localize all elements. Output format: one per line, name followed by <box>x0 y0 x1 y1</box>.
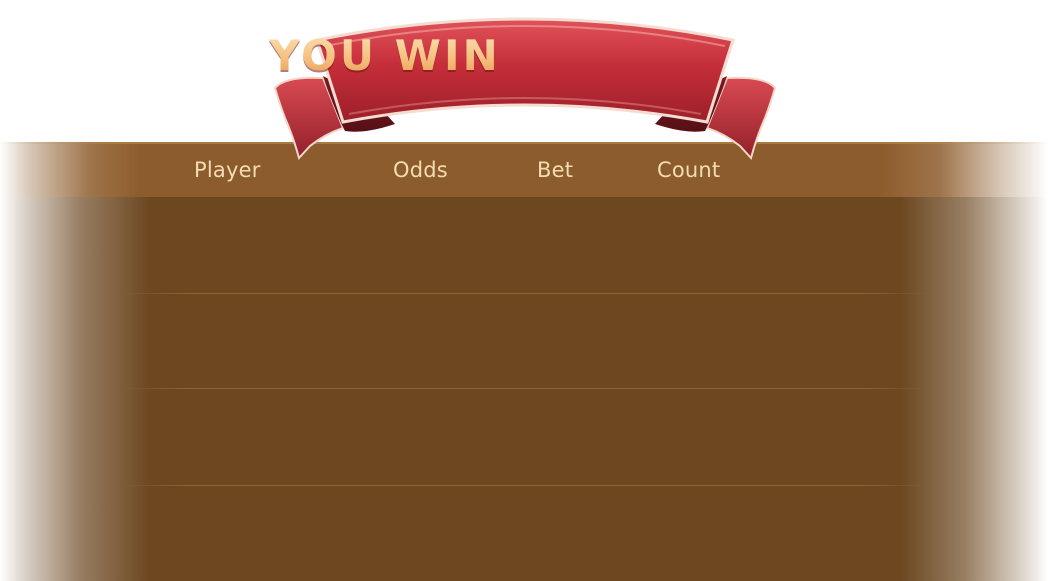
win-title: YOU WIN <box>260 30 510 82</box>
results-table-body <box>0 197 1048 581</box>
row-divider <box>120 388 930 389</box>
row-divider <box>120 293 930 294</box>
win-screen: Player Odds Bet Count YOU WIN <box>0 0 1048 581</box>
column-header-player: Player <box>194 158 261 182</box>
row-divider <box>120 485 930 486</box>
